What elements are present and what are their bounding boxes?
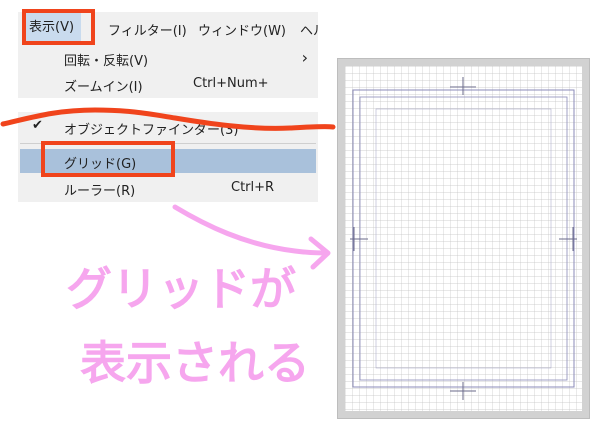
menu-item-rotate-flip[interactable]: 回転・反転(V) ›: [18, 46, 318, 70]
menu-item-label: 回転・反転(V): [64, 54, 149, 69]
torn-edge-line: [0, 107, 336, 131]
annotation-line-1: グリッドが: [66, 262, 296, 316]
menu-item-label: ズームイン(I): [64, 80, 143, 95]
canvas-area[interactable]: [337, 58, 590, 419]
menu-help[interactable]: ヘル: [300, 20, 318, 39]
view-menu-upper: 回転・反転(V) › ズームイン(I) Ctrl+Num+: [18, 44, 318, 98]
menu-item-zoom-in[interactable]: ズームイン(I) Ctrl+Num+: [18, 72, 318, 96]
menu-item-shortcut: Ctrl+Num+: [193, 76, 269, 91]
grid-canvas: [345, 66, 582, 411]
chevron-right-icon: ›: [301, 48, 308, 67]
menu-window[interactable]: ウィンドウ(W): [198, 20, 286, 39]
menu-item-label: ルーラー(R): [64, 184, 136, 199]
menu-filter[interactable]: フィルター(I): [108, 20, 187, 39]
grid-item-highlight: [41, 141, 175, 177]
menu-item-shortcut: Ctrl+R: [231, 180, 275, 195]
view-menu-highlight: [22, 9, 95, 45]
annotation-line-2: 表示される: [80, 336, 310, 390]
